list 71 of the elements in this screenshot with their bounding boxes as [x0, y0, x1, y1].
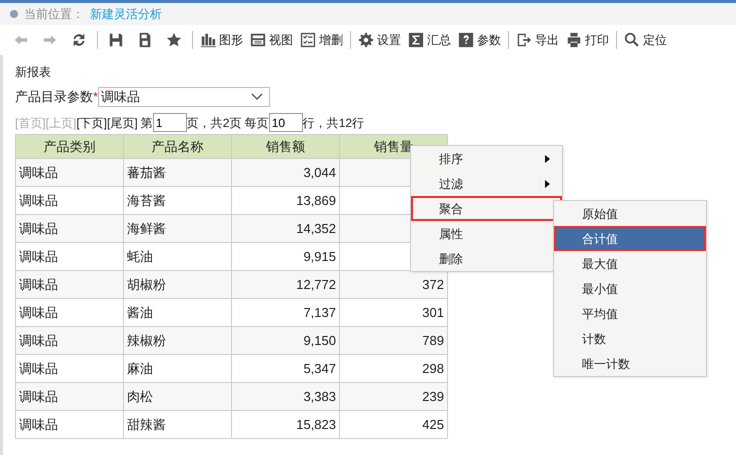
table-cell: 调味品	[16, 270, 124, 298]
sum-icon	[408, 32, 424, 48]
table-cell: 胡椒粉	[124, 270, 232, 298]
checklist-icon	[300, 32, 316, 48]
table-cell: 调味品	[16, 158, 124, 186]
table-cell: 3,383	[232, 382, 340, 410]
chevron-icon	[251, 93, 264, 101]
layout-icon	[250, 32, 266, 48]
table-cell: 辣椒粉	[124, 326, 232, 354]
refresh-icon[interactable]	[71, 32, 87, 48]
table-cell: 调味品	[16, 382, 124, 410]
parameter-label: 产品目录参数*	[15, 88, 98, 106]
pager-link[interactable]: [尾页]	[107, 114, 138, 132]
pager-text: 页，共2页 每页	[186, 114, 269, 132]
table-cell: 12,772	[232, 270, 340, 298]
toolbar-button[interactable]: 设置	[356, 30, 403, 50]
toolbar-button[interactable]: 打印	[564, 30, 611, 50]
toolbar-button[interactable]: 汇总	[406, 30, 453, 50]
submenu-arrow-icon	[545, 180, 550, 188]
table-cell: 肉松	[124, 382, 232, 410]
toolbar-button[interactable]: 导出	[514, 30, 561, 50]
table-cell: 3,044	[232, 158, 340, 186]
toolbar-button[interactable]: 视图	[248, 30, 295, 50]
menu-item[interactable]: 合计值	[554, 226, 706, 251]
menu-item[interactable]: 唯一计数	[554, 351, 706, 376]
breadcrumb-label: 当前位置：	[24, 6, 84, 23]
table-cell: 调味品	[16, 410, 124, 438]
table-cell: 蕃茄酱	[124, 158, 232, 186]
export-icon	[516, 32, 532, 48]
bar-chart-icon	[200, 32, 216, 48]
table-cell: 14,352	[232, 214, 340, 242]
help-icon	[458, 32, 474, 48]
zoom-icon	[624, 32, 640, 48]
rows-per-page-input[interactable]: 10	[268, 113, 303, 132]
printer-icon	[566, 32, 582, 48]
table-cell: 调味品	[16, 214, 124, 242]
save-as-icon[interactable]	[137, 32, 153, 48]
menu-item[interactable]: 最小值	[554, 276, 706, 301]
submenu-arrow-icon	[545, 155, 550, 163]
table-cell: 239	[340, 382, 448, 410]
page-input[interactable]: 1	[152, 113, 187, 132]
table-cell: 海鲜酱	[124, 214, 232, 242]
column-header[interactable]: 产品名称	[124, 134, 232, 158]
table-cell: 9,150	[232, 326, 340, 354]
pager-link: [首页]	[15, 114, 46, 132]
menu-item[interactable]: 过滤	[411, 171, 562, 196]
column-header[interactable]: 产品类别	[16, 134, 124, 158]
toolbar-button[interactable]: 参数	[456, 30, 503, 50]
table-cell: 调味品	[16, 326, 124, 354]
parameter-dropdown[interactable]: 调味品	[98, 87, 270, 107]
pager-link[interactable]: [下页]	[76, 114, 108, 132]
toolbar-button[interactable]: 定位	[622, 30, 669, 50]
table-cell: 甜辣酱	[124, 410, 232, 438]
menu-item[interactable]: 计数	[554, 326, 706, 351]
table-cell: 789	[340, 326, 448, 354]
pager-text: 第	[140, 114, 153, 132]
menu-item[interactable]: 平均值	[554, 301, 706, 326]
toolbar-button[interactable]: 图形	[198, 30, 245, 50]
table-cell: 425	[340, 410, 448, 438]
table-cell: 372	[340, 270, 448, 298]
pager-text: 行，共12行	[302, 114, 364, 132]
save-icon[interactable]	[108, 32, 124, 48]
column-header[interactable]: 销售额	[232, 134, 340, 158]
gear-icon	[358, 32, 374, 48]
pager-link: [上页]	[46, 114, 76, 132]
report-title: 新报表	[15, 64, 52, 81]
star-icon[interactable]	[166, 32, 182, 48]
bullet-icon	[10, 10, 18, 18]
toolbar-button[interactable]: 增删	[298, 30, 345, 50]
table-cell: 15,823	[232, 410, 340, 438]
menu-item[interactable]: 最大值	[554, 251, 706, 276]
